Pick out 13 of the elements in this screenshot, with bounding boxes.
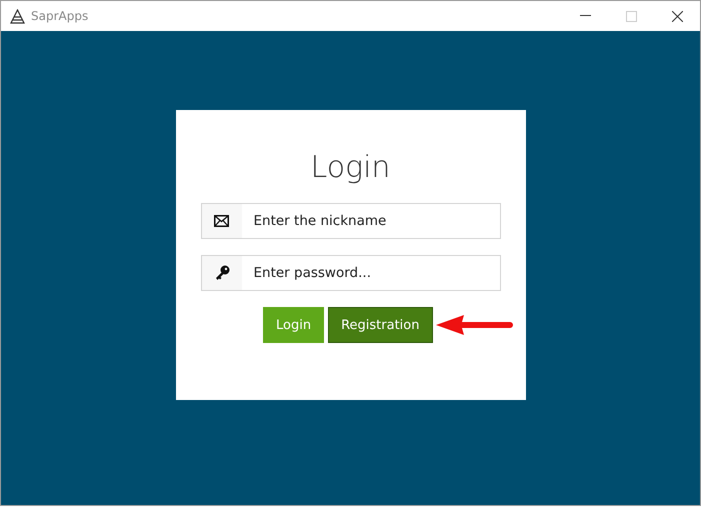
registration-button[interactable]: Registration bbox=[328, 307, 432, 343]
minimize-icon bbox=[580, 15, 590, 17]
key-icon bbox=[214, 265, 230, 281]
close-icon bbox=[672, 10, 682, 22]
password-field[interactable]: Enter password... bbox=[200, 255, 500, 291]
logo-icon bbox=[10, 8, 25, 24]
window-title: SaprApps bbox=[31, 9, 90, 23]
login-heading: Login bbox=[310, 150, 390, 185]
maximize-icon bbox=[626, 10, 636, 22]
login-button[interactable]: Login bbox=[263, 307, 324, 343]
arrow-icon bbox=[436, 314, 514, 336]
envelope-icon bbox=[214, 215, 229, 227]
nickname-field[interactable]: Enter the nickname bbox=[200, 203, 500, 239]
